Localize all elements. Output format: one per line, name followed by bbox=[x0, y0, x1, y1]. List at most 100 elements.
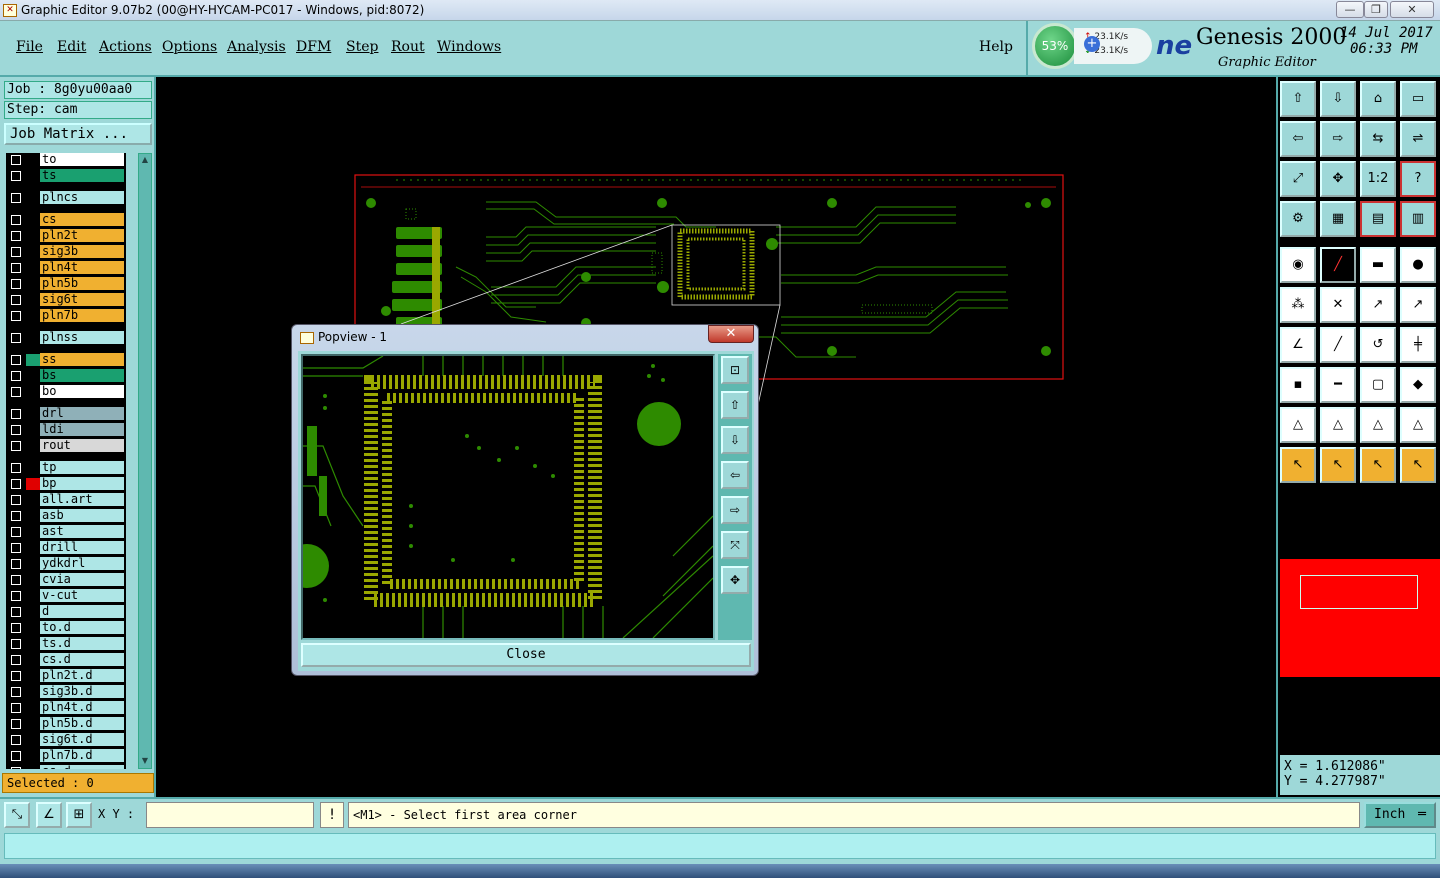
layer-name[interactable]: v-cut bbox=[40, 589, 124, 602]
layer-checkbox[interactable] bbox=[7, 440, 25, 452]
layer-name[interactable]: pln2t.d bbox=[40, 669, 124, 682]
select4-icon[interactable]: ↖ bbox=[1400, 447, 1436, 483]
select2-icon[interactable]: ↖ bbox=[1320, 447, 1356, 483]
layer-row[interactable]: pln4t.d bbox=[6, 701, 126, 715]
layer-row[interactable]: ast bbox=[6, 525, 126, 539]
menu-options[interactable]: Options bbox=[162, 39, 217, 55]
layer-checkbox[interactable] bbox=[7, 354, 25, 366]
popview-close-button[interactable]: Close bbox=[301, 643, 751, 667]
layer-name[interactable]: asb bbox=[40, 509, 124, 522]
warning-icon[interactable]: ! bbox=[320, 802, 344, 828]
grid-snap-icon[interactable]: ⊞ bbox=[66, 802, 92, 828]
layer-row[interactable]: asb bbox=[6, 509, 126, 523]
layer-row[interactable]: to bbox=[6, 153, 126, 167]
close-window-button[interactable]: ✕ bbox=[1390, 1, 1434, 18]
layer-checkbox[interactable] bbox=[7, 246, 25, 258]
layer-checkbox[interactable] bbox=[7, 370, 25, 382]
layer-checkbox[interactable] bbox=[7, 526, 25, 538]
circle-icon[interactable]: ● bbox=[1400, 247, 1436, 283]
shape-icon[interactable]: ◆ bbox=[1400, 367, 1436, 403]
layer-row[interactable]: plnss bbox=[6, 331, 126, 345]
layer-row[interactable]: all.art bbox=[6, 493, 126, 507]
overview-map[interactable] bbox=[1280, 559, 1440, 677]
line-add-icon[interactable]: ╱ bbox=[1320, 247, 1356, 283]
zoom-center-icon[interactable]: ✥ bbox=[1320, 161, 1356, 197]
layer-name[interactable]: drl bbox=[40, 407, 124, 420]
popview-close-x[interactable]: ✕ bbox=[708, 325, 754, 343]
triangle4-icon[interactable]: △ bbox=[1400, 407, 1436, 443]
menu-analysis[interactable]: Analysis bbox=[227, 39, 286, 55]
layer-name[interactable]: ss bbox=[40, 353, 124, 366]
arc-icon[interactable]: ↺ bbox=[1360, 327, 1396, 363]
layer-name[interactable]: cs bbox=[40, 213, 124, 226]
move-icon[interactable]: ↗ bbox=[1360, 287, 1396, 323]
copy-icon[interactable]: ↗ bbox=[1400, 287, 1436, 323]
layer-row[interactable]: pln5b.d bbox=[6, 717, 126, 731]
layer-name[interactable]: ldi bbox=[40, 423, 124, 436]
layer-checkbox[interactable] bbox=[7, 606, 25, 618]
snap-icon[interactable]: ⤡ bbox=[4, 802, 30, 828]
layer-name[interactable]: sig6t.d bbox=[40, 733, 124, 746]
layer-checkbox[interactable] bbox=[7, 154, 25, 166]
layer-row[interactable]: bp bbox=[6, 477, 126, 491]
layer-name[interactable]: plncs bbox=[40, 191, 124, 204]
home-icon[interactable]: ⌂ bbox=[1360, 81, 1396, 117]
layer-checkbox[interactable] bbox=[7, 686, 25, 698]
line-edit-icon[interactable]: ╱ bbox=[1320, 327, 1356, 363]
layer-name[interactable]: rout bbox=[40, 439, 124, 452]
layer-checkbox[interactable] bbox=[7, 622, 25, 634]
panel-icon[interactable]: ▭ bbox=[1400, 81, 1436, 117]
nav-up-icon[interactable]: ⇧ bbox=[1280, 81, 1316, 117]
menu-step[interactable]: Step bbox=[346, 39, 378, 55]
layer-name[interactable]: cvia bbox=[40, 573, 124, 586]
maximize-button[interactable]: ❐ bbox=[1364, 1, 1388, 18]
layer-checkbox[interactable] bbox=[7, 214, 25, 226]
ruler-icon[interactable]: ▬ bbox=[1360, 247, 1396, 283]
minimize-button[interactable]: — bbox=[1336, 1, 1364, 18]
nav-right-icon[interactable]: ⇨ bbox=[1320, 121, 1356, 157]
help-icon[interactable]: ? bbox=[1400, 161, 1436, 197]
layer-row[interactable]: ss bbox=[6, 353, 126, 367]
layer-row[interactable]: pln5b bbox=[6, 277, 126, 291]
layer-checkbox[interactable] bbox=[7, 478, 25, 490]
triangle-icon[interactable]: △ bbox=[1280, 407, 1316, 443]
layer-name[interactable]: pln5b bbox=[40, 277, 124, 290]
layer-name[interactable]: ydkdrl bbox=[40, 557, 124, 570]
layer-row[interactable]: v-cut bbox=[6, 589, 126, 603]
layer-name[interactable]: pln2t bbox=[40, 229, 124, 242]
job-matrix-button[interactable]: Job Matrix ... bbox=[4, 123, 152, 145]
layer-row[interactable]: ss.d bbox=[6, 765, 126, 769]
layer-name[interactable]: all.art bbox=[40, 493, 124, 506]
xy-input[interactable] bbox=[146, 802, 314, 828]
layer-name[interactable]: sig3b bbox=[40, 245, 124, 258]
layer-name[interactable]: sig6t bbox=[40, 293, 124, 306]
layer-row[interactable]: bs bbox=[6, 369, 126, 383]
layer-row[interactable]: cs bbox=[6, 213, 126, 227]
triangle3-icon[interactable]: △ bbox=[1360, 407, 1396, 443]
plus-icon[interactable]: + bbox=[1084, 36, 1100, 52]
layer-name[interactable]: pln7b bbox=[40, 309, 124, 322]
layer-row[interactable]: pln2t.d bbox=[6, 669, 126, 683]
mirror-icon[interactable]: ⇆ bbox=[1360, 121, 1396, 157]
layer-row[interactable]: drill bbox=[6, 541, 126, 555]
box-select-icon[interactable]: ▢ bbox=[1360, 367, 1396, 403]
layer-row[interactable]: rout bbox=[6, 439, 126, 453]
layer-checkbox[interactable] bbox=[7, 230, 25, 242]
layer-checkbox[interactable] bbox=[7, 654, 25, 666]
pad-add-icon[interactable]: ◉ bbox=[1280, 247, 1316, 283]
layer-row[interactable]: plncs bbox=[6, 191, 126, 205]
measure-icon[interactable]: ∠ bbox=[36, 802, 62, 828]
layer-filter2-icon[interactable]: ▥ bbox=[1400, 201, 1436, 237]
popview-zoom-in-icon[interactable]: ⤧ bbox=[721, 531, 749, 559]
layer-checkbox[interactable] bbox=[7, 670, 25, 682]
layer-row[interactable]: sig6t.d bbox=[6, 733, 126, 747]
layer-name[interactable]: drill bbox=[40, 541, 124, 554]
layer-row[interactable]: d bbox=[6, 605, 126, 619]
menu-edit[interactable]: Edit bbox=[57, 39, 86, 55]
menu-file[interactable]: File bbox=[16, 39, 43, 55]
menu-windows[interactable]: Windows bbox=[437, 39, 501, 55]
layer-row[interactable]: sig3b.d bbox=[6, 685, 126, 699]
layer-name[interactable]: ts bbox=[40, 169, 124, 182]
layer-checkbox[interactable] bbox=[7, 510, 25, 522]
layer-name[interactable]: to bbox=[40, 153, 124, 166]
